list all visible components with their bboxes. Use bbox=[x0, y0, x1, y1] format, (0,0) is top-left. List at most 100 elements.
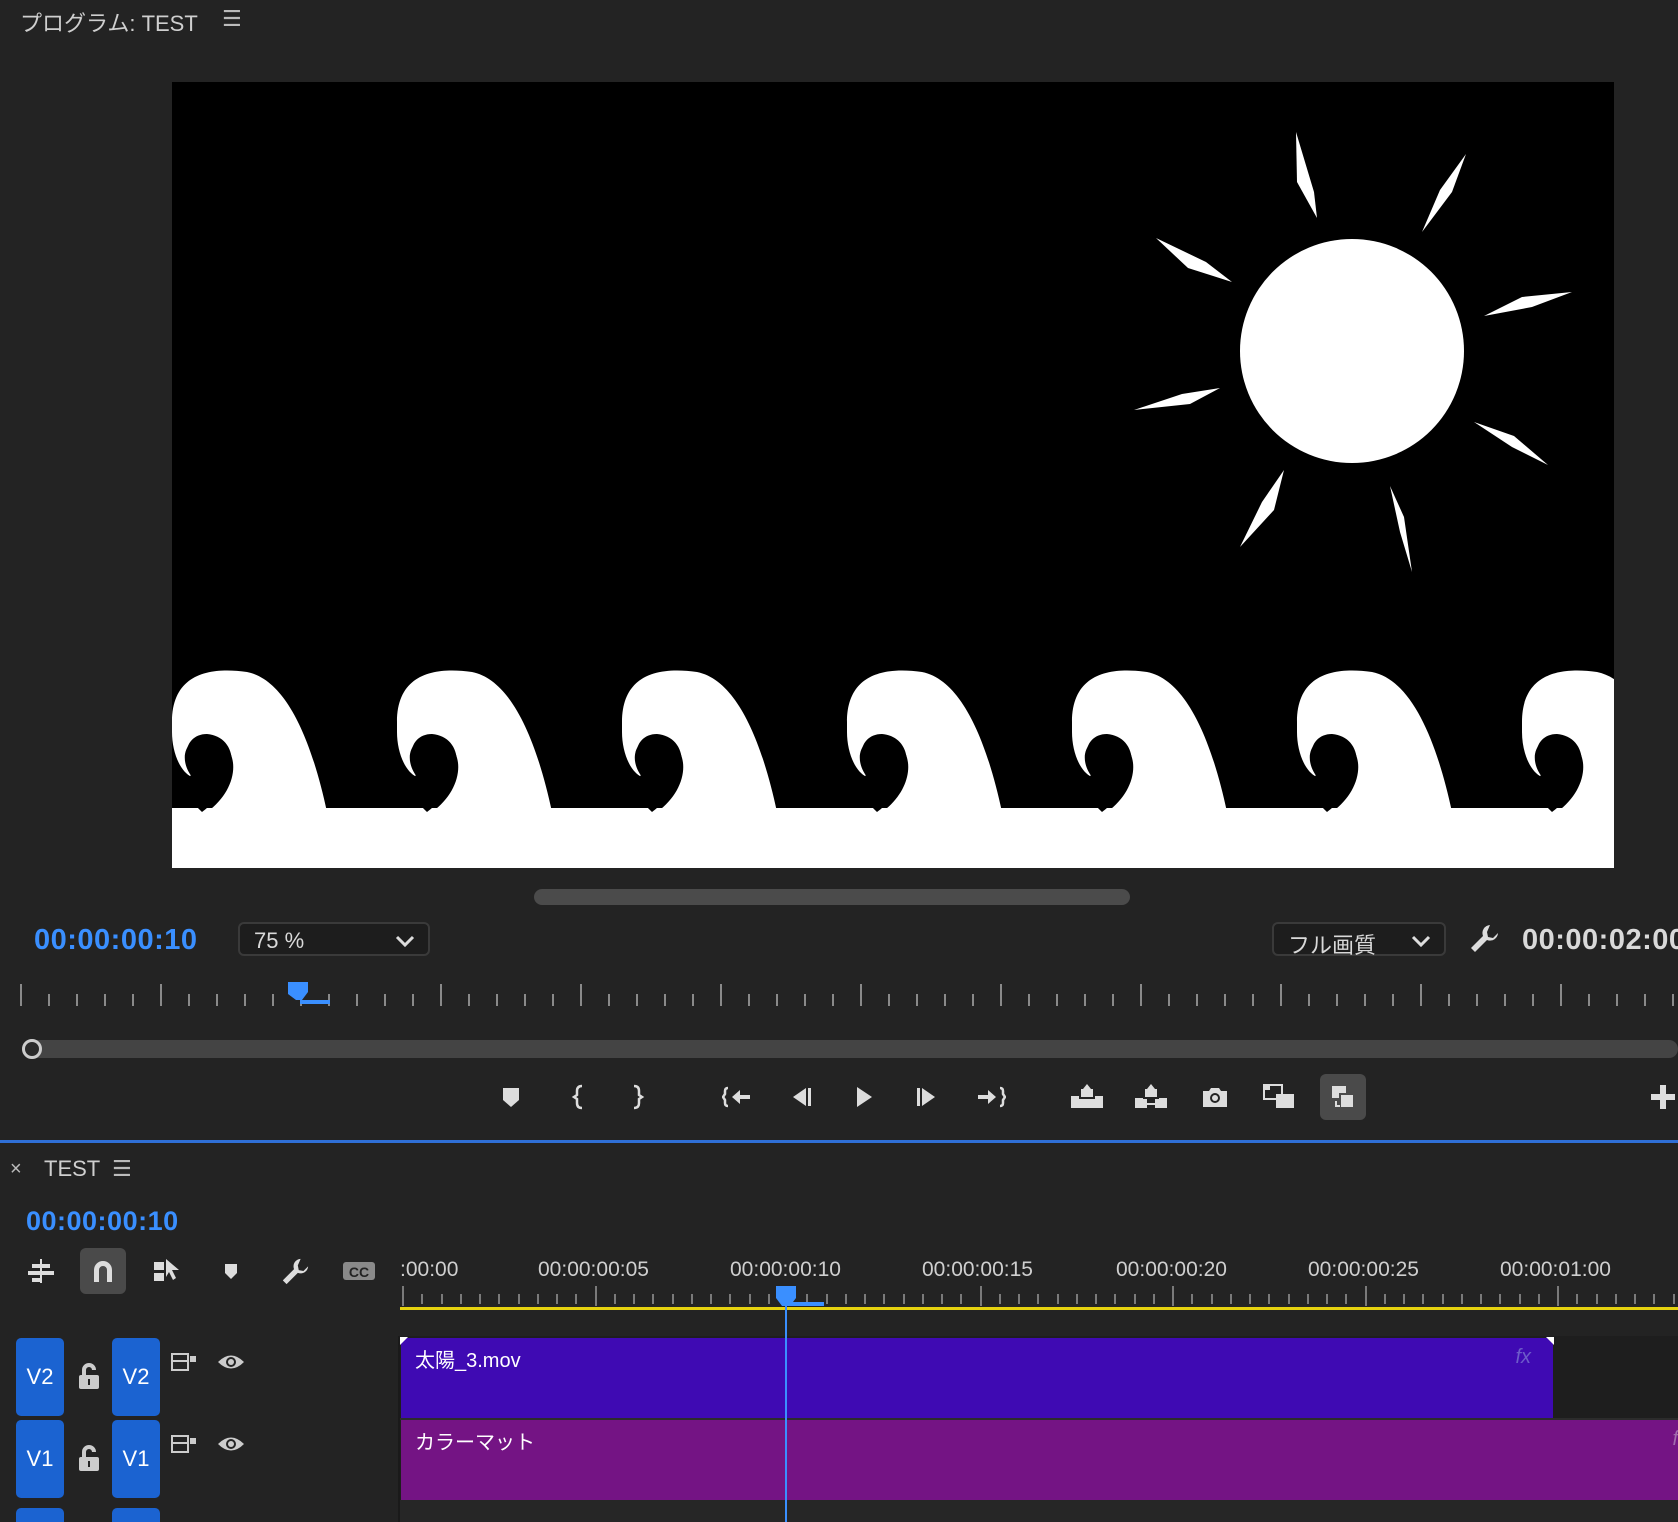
ruler-tick bbox=[1133, 1294, 1136, 1304]
eye-icon[interactable] bbox=[216, 1350, 246, 1374]
ruler-tick bbox=[244, 994, 246, 1006]
step-back-icon bbox=[793, 1088, 811, 1106]
monitor-zoom-scrollbar[interactable] bbox=[22, 1040, 1678, 1058]
play-button[interactable] bbox=[840, 1074, 886, 1120]
source-patch-a1[interactable] bbox=[16, 1508, 64, 1522]
ruler-tick bbox=[1644, 994, 1646, 1006]
ruler-label: 00:00:00:10 bbox=[730, 1258, 841, 1281]
lock-icon[interactable] bbox=[76, 1362, 102, 1392]
ruler-tick bbox=[1576, 1294, 1579, 1304]
go-to-in-button[interactable] bbox=[714, 1074, 760, 1120]
monitor-playhead[interactable] bbox=[286, 980, 336, 1010]
program-monitor-title: プログラム: TEST bbox=[20, 11, 198, 36]
preview-frame-image bbox=[172, 132, 1614, 868]
multicam-toggle-button[interactable] bbox=[1320, 1074, 1366, 1120]
source-patch-v2[interactable]: V2 bbox=[16, 1338, 64, 1416]
ruler-tick bbox=[556, 1294, 558, 1304]
insert-nest-button[interactable] bbox=[18, 1248, 64, 1294]
timeline-playhead-line[interactable] bbox=[785, 1300, 787, 1522]
go-to-in-icon bbox=[722, 1086, 750, 1108]
button-editor-button[interactable] bbox=[1648, 1074, 1678, 1120]
ruler-tick bbox=[1460, 1294, 1463, 1304]
timeline-settings-button[interactable] bbox=[272, 1248, 318, 1294]
ruler-tick bbox=[440, 1294, 443, 1304]
zoom-level-dropdown[interactable]: 75 % bbox=[238, 922, 430, 956]
monitor-time-ruler[interactable] bbox=[0, 980, 1678, 1010]
step-forward-button[interactable] bbox=[904, 1074, 950, 1120]
ruler-tick bbox=[1280, 984, 1282, 1006]
ruler-tick bbox=[272, 994, 274, 1006]
snap-button[interactable] bbox=[80, 1248, 126, 1294]
ruler-tick bbox=[580, 984, 582, 1006]
program-monitor-panel: プログラム: TEST ☰ 00:00:00:10 75 % フル画質 00:0… bbox=[0, 0, 1678, 1135]
fx-badge[interactable]: f bbox=[1672, 1428, 1678, 1451]
lift-button[interactable] bbox=[1064, 1074, 1110, 1120]
captions-button[interactable]: CC bbox=[336, 1248, 382, 1294]
timeline-playhead-head[interactable] bbox=[774, 1284, 830, 1312]
ruler-tick bbox=[710, 1294, 712, 1304]
ruler-tick bbox=[479, 1294, 481, 1304]
ruler-tick bbox=[776, 994, 778, 1006]
ruler-tick bbox=[664, 994, 666, 1006]
go-to-out-button[interactable] bbox=[968, 1074, 1014, 1120]
clip-color-matte[interactable]: カラーマット f bbox=[401, 1420, 1678, 1500]
monitor-horizontal-scrollbar[interactable] bbox=[534, 889, 1130, 905]
wrench-icon[interactable] bbox=[1468, 922, 1500, 954]
close-panel-icon[interactable]: × bbox=[10, 1158, 22, 1181]
audio-track-lane[interactable] bbox=[400, 1500, 1678, 1522]
ruler-label: 00:00:01:00 bbox=[1500, 1258, 1611, 1281]
extract-button[interactable] bbox=[1128, 1074, 1174, 1120]
ruler-tick bbox=[888, 994, 890, 1006]
track-target-a1[interactable] bbox=[112, 1508, 160, 1522]
ruler-tick bbox=[1268, 1294, 1271, 1304]
ruler-tick bbox=[1168, 994, 1170, 1006]
timeline-menu-icon[interactable]: ☰ bbox=[112, 1156, 132, 1182]
ruler-tick bbox=[104, 994, 106, 1006]
ruler-tick bbox=[132, 994, 134, 1006]
ruler-tick bbox=[188, 994, 190, 1006]
ruler-tick bbox=[1504, 994, 1506, 1006]
wrench-icon bbox=[282, 1258, 309, 1285]
track-target-v1[interactable]: V1 bbox=[112, 1420, 160, 1498]
sequence-tab-title[interactable]: TEST bbox=[44, 1156, 100, 1182]
ruler-tick bbox=[524, 994, 526, 1006]
timeline-add-marker-button[interactable] bbox=[208, 1248, 254, 1294]
play-icon bbox=[857, 1087, 872, 1107]
step-back-button[interactable] bbox=[778, 1074, 824, 1120]
export-frame-button[interactable] bbox=[1192, 1074, 1238, 1120]
linked-selection-button[interactable] bbox=[144, 1248, 190, 1294]
panel-divider[interactable] bbox=[0, 1140, 1678, 1143]
camera-icon bbox=[1203, 1088, 1227, 1107]
timeline-timecode[interactable]: 00:00:00:10 bbox=[26, 1206, 179, 1237]
ruler-tick bbox=[1018, 1294, 1020, 1304]
film-icon[interactable] bbox=[170, 1432, 198, 1456]
fx-badge[interactable]: fx bbox=[1515, 1346, 1531, 1369]
ruler-tick bbox=[1383, 1294, 1386, 1304]
ruler-tick bbox=[804, 994, 806, 1006]
clip-taiyo-3-mov[interactable]: 太陽_3.mov fx bbox=[401, 1338, 1553, 1418]
playback-resolution-dropdown[interactable]: フル画質 bbox=[1272, 922, 1446, 958]
mark-in-button[interactable] bbox=[556, 1074, 602, 1120]
ruler-tick bbox=[384, 994, 386, 1006]
ruler-tick bbox=[748, 1294, 751, 1304]
panel-menu-icon[interactable]: ☰ bbox=[222, 6, 242, 32]
magnet-icon bbox=[94, 1261, 112, 1282]
ruler-tick bbox=[1532, 994, 1534, 1006]
playhead-timecode[interactable]: 00:00:00:10 bbox=[34, 924, 198, 957]
ruler-tick bbox=[1364, 994, 1366, 1006]
track-target-v2[interactable]: V2 bbox=[112, 1338, 160, 1416]
comparison-view-button[interactable] bbox=[1256, 1074, 1302, 1120]
ruler-tick bbox=[421, 1294, 424, 1304]
mark-out-button[interactable] bbox=[614, 1074, 660, 1120]
source-patch-v1[interactable]: V1 bbox=[16, 1420, 64, 1498]
zoom-scroll-handle[interactable] bbox=[22, 1039, 42, 1059]
timeline-time-ruler[interactable] bbox=[400, 1284, 1678, 1308]
ruler-tick bbox=[864, 1294, 866, 1304]
linked-selection-icon bbox=[154, 1259, 179, 1281]
ruler-tick bbox=[594, 1286, 597, 1306]
eye-icon[interactable] bbox=[216, 1432, 246, 1456]
add-marker-button[interactable] bbox=[488, 1074, 534, 1120]
ruler-label: 00:00:00:15 bbox=[922, 1258, 1033, 1281]
film-icon[interactable] bbox=[170, 1350, 198, 1374]
lock-icon[interactable] bbox=[76, 1444, 102, 1474]
